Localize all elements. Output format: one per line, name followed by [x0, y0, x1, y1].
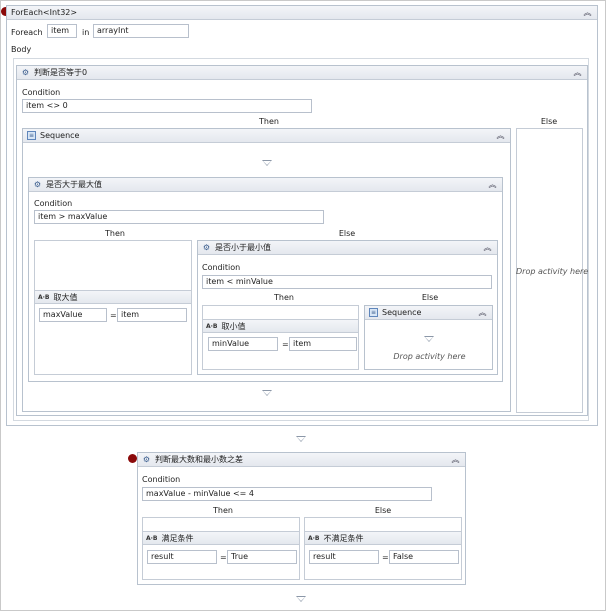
- collapse-chevrons-icon[interactable]: ︽: [488, 180, 497, 189]
- if-flowchart-icon: ⚙: [142, 455, 151, 464]
- foreach-header[interactable]: ForEach<Int32> ︽: [7, 6, 597, 20]
- breakpoint-icon[interactable]: [128, 454, 137, 463]
- assign-equals: =: [110, 311, 117, 320]
- assign-false-title: 不满足条件: [323, 533, 364, 543]
- sequence-title: Sequence: [40, 131, 80, 140]
- if-zero-activity[interactable]: ⚙ 判断是否等于0 ︽ Condition item <> 0 Then Els…: [16, 65, 588, 416]
- drop-activity-hint: Drop activity here: [393, 352, 466, 361]
- assign-min-header[interactable]: A·B 取小值: [203, 319, 358, 333]
- else-label: Else: [374, 506, 392, 515]
- sequence-inner-activity[interactable]: ≡ Sequence ︽ Drop activity here: [364, 305, 493, 370]
- assign-equals: =: [382, 553, 389, 562]
- assign-ab-icon: A·B: [38, 293, 50, 301]
- if-min-activity[interactable]: ⚙ 是否小于最小值 ︽ Condition item < minValue Th…: [197, 240, 498, 375]
- if-flowchart-icon: ⚙: [33, 180, 42, 189]
- assign-max-value-field[interactable]: item: [117, 308, 187, 322]
- foreach-collection-field[interactable]: arrayInt: [93, 24, 189, 38]
- drop-arrow-icon[interactable]: [262, 390, 272, 396]
- assign-min-value-field[interactable]: item: [289, 337, 357, 351]
- if-max-then-zone[interactable]: A·B 取大值 maxValue = item: [34, 240, 192, 375]
- collapse-chevrons-icon[interactable]: ︽: [451, 455, 460, 464]
- then-label: Then: [259, 117, 279, 126]
- drop-arrow-icon[interactable]: [296, 436, 306, 442]
- then-label: Then: [105, 229, 125, 238]
- collapse-chevrons-icon[interactable]: ︽: [483, 243, 492, 252]
- foreach-item-field[interactable]: item: [47, 24, 77, 38]
- foreach-title: ForEach<Int32>: [11, 8, 78, 17]
- if-min-then-zone[interactable]: A·B 取小值 minValue = item: [202, 305, 359, 370]
- else-label: Else: [540, 117, 558, 126]
- if-max-title: 是否大于最大值: [46, 180, 102, 189]
- if-zero-title: 判断是否等于0: [34, 68, 88, 77]
- if-diff-then-zone[interactable]: A·B 满足条件 result = True: [142, 517, 300, 580]
- sequence-icon: ≡: [27, 131, 36, 140]
- assign-true-title: 满足条件: [161, 533, 194, 543]
- assign-max-header[interactable]: A·B 取大值: [35, 290, 191, 304]
- assign-true-to-field[interactable]: result: [147, 550, 217, 564]
- else-label: Else: [338, 229, 356, 238]
- assign-true-header[interactable]: A·B 满足条件: [143, 531, 299, 545]
- assign-true-value-field[interactable]: True: [227, 550, 297, 564]
- if-diff-condition-field[interactable]: maxValue - minValue <= 4: [142, 487, 432, 501]
- assign-equals: =: [220, 553, 227, 562]
- if-diff-activity[interactable]: ⚙ 判断最大数和最小数之差 ︽ Condition maxValue - min…: [137, 452, 466, 585]
- collapse-chevrons-icon[interactable]: ︽: [496, 131, 505, 140]
- condition-label: Condition: [202, 263, 241, 272]
- assign-false-value-field[interactable]: False: [389, 550, 459, 564]
- foreach-label: Foreach: [11, 28, 43, 37]
- assign-ab-icon: A·B: [146, 534, 158, 542]
- drop-arrow-icon[interactable]: [262, 160, 272, 166]
- assign-false-header[interactable]: A·B 不满足条件: [305, 531, 461, 545]
- sequence-header[interactable]: ≡ Sequence ︽: [23, 129, 510, 143]
- assign-false-to-field[interactable]: result: [309, 550, 379, 564]
- if-min-condition-field[interactable]: item < minValue: [202, 275, 492, 289]
- if-flowchart-icon: ⚙: [21, 68, 30, 77]
- assign-min-title: 取小值: [221, 321, 246, 331]
- sequence-inner-title: Sequence: [382, 308, 422, 317]
- if-zero-header[interactable]: ⚙ 判断是否等于0 ︽: [17, 66, 587, 80]
- assign-ab-icon: A·B: [206, 322, 218, 330]
- collapse-chevrons-icon[interactable]: ︽: [478, 308, 487, 317]
- drop-arrow-icon[interactable]: [424, 336, 434, 342]
- drop-arrow-icon[interactable]: [296, 596, 306, 602]
- condition-label: Condition: [22, 88, 61, 97]
- condition-label: Condition: [142, 475, 181, 484]
- assign-max-title: 取大值: [53, 292, 78, 302]
- if-flowchart-icon: ⚙: [202, 243, 211, 252]
- if-diff-title: 判断最大数和最小数之差: [155, 455, 243, 464]
- foreach-in-label: in: [82, 28, 90, 37]
- sequence-icon: ≡: [369, 308, 378, 317]
- assign-max-to-field[interactable]: maxValue: [39, 308, 107, 322]
- then-label: Then: [274, 293, 294, 302]
- foreach-activity[interactable]: ForEach<Int32> ︽ Foreach item in arrayIn…: [6, 5, 598, 426]
- if-diff-else-zone[interactable]: A·B 不满足条件 result = False: [304, 517, 462, 580]
- then-label: Then: [213, 506, 233, 515]
- drop-activity-hint: Drop activity here: [516, 267, 589, 276]
- if-min-title: 是否小于最小值: [215, 243, 271, 252]
- assign-min-to-field[interactable]: minValue: [208, 337, 278, 351]
- if-zero-condition-field[interactable]: item <> 0: [22, 99, 312, 113]
- foreach-body-label: Body: [11, 45, 32, 54]
- if-min-header[interactable]: ⚙ 是否小于最小值 ︽: [198, 241, 497, 255]
- sequence-inner-header[interactable]: ≡ Sequence ︽: [365, 306, 492, 320]
- if-max-condition-field[interactable]: item > maxValue: [34, 210, 324, 224]
- if-diff-header[interactable]: ⚙ 判断最大数和最小数之差 ︽: [138, 453, 465, 467]
- collapse-chevrons-icon[interactable]: ︽: [583, 8, 592, 17]
- assign-ab-icon: A·B: [308, 534, 320, 542]
- assign-equals: =: [282, 340, 289, 349]
- else-label: Else: [421, 293, 439, 302]
- if-max-header[interactable]: ⚙ 是否大于最大值 ︽: [29, 178, 502, 192]
- collapse-chevrons-icon[interactable]: ︽: [573, 68, 582, 77]
- condition-label: Condition: [34, 199, 73, 208]
- if-max-activity[interactable]: ⚙ 是否大于最大值 ︽ Condition item > maxValue Th…: [28, 177, 503, 382]
- sequence-activity[interactable]: ≡ Sequence ︽ ⚙ 是否大于最大值 ︽ Condition item …: [22, 128, 511, 412]
